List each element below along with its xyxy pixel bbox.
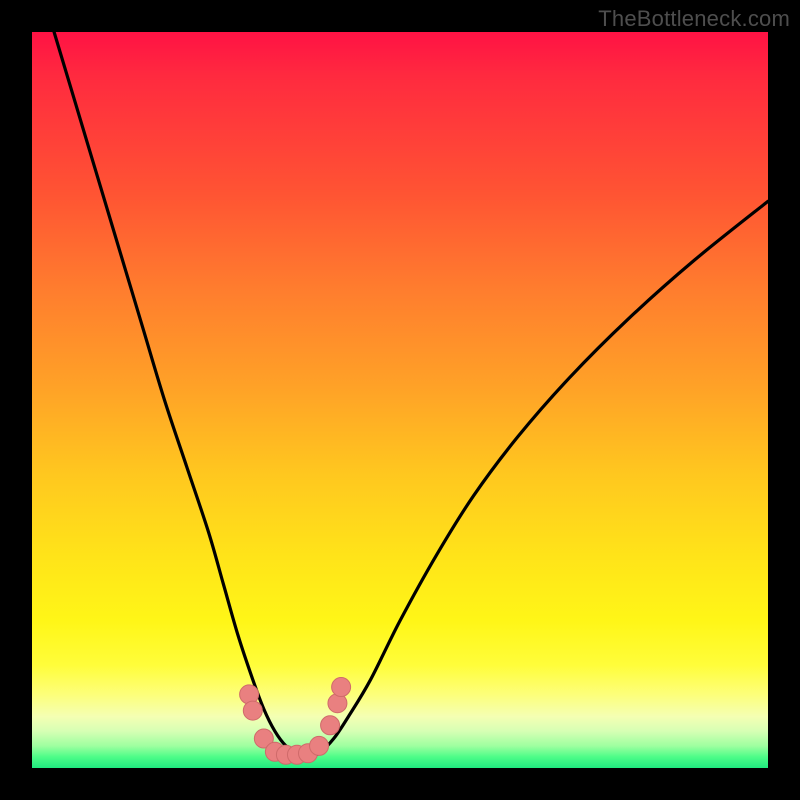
valley-marker: [321, 716, 340, 735]
curve-left-branch: [54, 32, 308, 757]
valley-marker: [332, 678, 351, 697]
watermark-text: TheBottleneck.com: [598, 6, 790, 32]
chart-svg: [32, 32, 768, 768]
valley-marker: [310, 736, 329, 755]
curve-right-branch: [308, 201, 768, 757]
outer-frame: TheBottleneck.com: [0, 0, 800, 800]
plot-area: [32, 32, 768, 768]
valley-markers: [240, 678, 351, 765]
valley-marker: [243, 701, 262, 720]
